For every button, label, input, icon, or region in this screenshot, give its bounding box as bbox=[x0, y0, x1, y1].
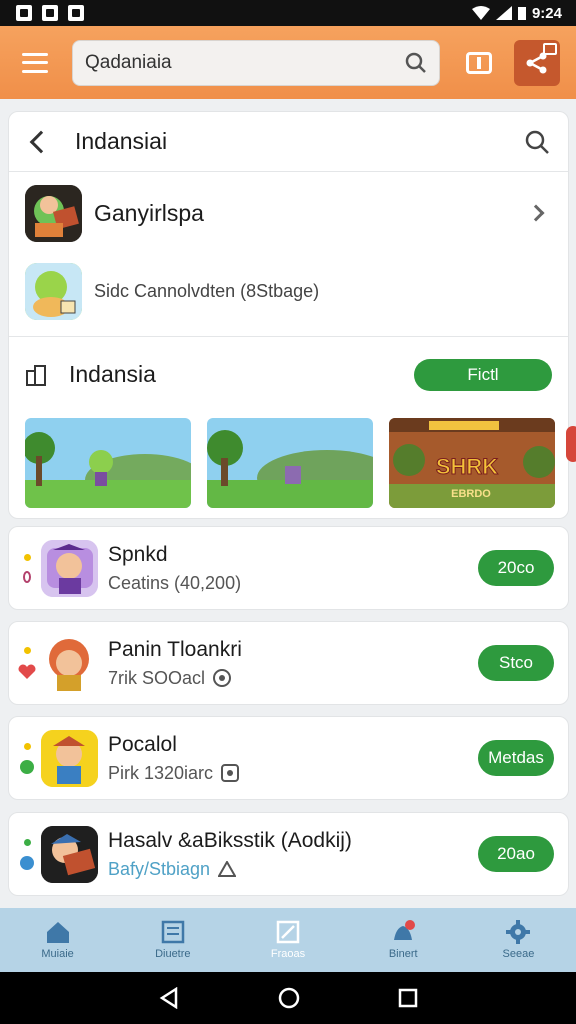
thumbnail-caption: EBRDO bbox=[451, 488, 491, 500]
featured-subtitle: Sidc Cannolvdten (8Stbage) bbox=[94, 280, 320, 301]
info-icon bbox=[213, 669, 232, 687]
search-icon[interactable] bbox=[524, 129, 550, 155]
heart-icon bbox=[18, 664, 36, 679]
section-title: Indansia bbox=[69, 361, 156, 387]
category-icon bbox=[26, 364, 46, 386]
list-item[interactable]: Pocalol Pirk 1320iarc Metdas bbox=[8, 716, 569, 800]
dot-icon bbox=[23, 570, 31, 583]
item-action-button[interactable]: 20co bbox=[478, 550, 554, 586]
category-card: Indansiai Ganyirlspa Sidc Cannolvdten (8… bbox=[8, 111, 569, 519]
nav-item-home[interactable]: Muiaie bbox=[0, 908, 115, 972]
game-icon bbox=[41, 729, 98, 787]
item-title: Spnkd bbox=[108, 542, 168, 566]
list-item[interactable]: Spnkd Ceatins (40,200) 20co bbox=[8, 526, 569, 610]
battery-icon bbox=[517, 7, 526, 20]
game-icon bbox=[41, 634, 98, 692]
status-time: 9:24 bbox=[531, 4, 562, 22]
dot-icon bbox=[23, 742, 31, 750]
thumbnail-strip: SHRK EBRDO bbox=[9, 412, 568, 508]
gift-icon[interactable] bbox=[466, 51, 492, 74]
edit-icon bbox=[276, 920, 300, 944]
section-header: Indansia Fictl bbox=[9, 336, 568, 412]
bottom-nav: Muiaie Diuetre Fraoas Binert Seeae bbox=[0, 908, 576, 972]
item-action-button[interactable]: Metdas bbox=[478, 740, 554, 776]
status-bar: 9:24 bbox=[0, 0, 576, 26]
signal-icon bbox=[495, 6, 512, 20]
dot-icon bbox=[23, 553, 31, 561]
game-icon bbox=[41, 539, 98, 597]
wifi-icon bbox=[471, 6, 490, 20]
item-title: Pocalol bbox=[108, 732, 177, 756]
home-icon bbox=[46, 922, 69, 943]
item-title: Panin Tloankri bbox=[108, 637, 242, 661]
game-icon bbox=[25, 262, 82, 320]
item-action-button[interactable]: 20ao bbox=[478, 836, 554, 872]
game-thumbnail[interactable] bbox=[25, 418, 191, 508]
nav-item-notifications[interactable]: Binert bbox=[346, 908, 461, 972]
featured-row[interactable]: Ganyirlspa bbox=[9, 172, 568, 254]
notification-icon bbox=[68, 5, 84, 21]
item-subtitle: Ceatins (40,200) bbox=[108, 572, 242, 593]
back-arrow-icon[interactable] bbox=[29, 130, 53, 153]
game-thumbnail[interactable]: SHRK EBRDO bbox=[389, 418, 555, 508]
list-item[interactable]: Panin Tloankri 7rik SOOacl Stco bbox=[8, 621, 569, 705]
dot-icon bbox=[23, 838, 31, 846]
featured-sub-row: Sidc Cannolvdten (8Stbage) bbox=[9, 254, 568, 328]
notification-icon bbox=[42, 5, 58, 21]
menu-icon[interactable] bbox=[22, 52, 48, 73]
search-input[interactable] bbox=[85, 51, 405, 74]
game-icon bbox=[25, 184, 82, 242]
item-subtitle: Pirk 1320iarc bbox=[108, 763, 478, 784]
item-action-button[interactable]: Stco bbox=[478, 645, 554, 681]
nav-item-library[interactable]: Diuetre bbox=[115, 908, 230, 972]
system-nav-bar bbox=[0, 972, 576, 1024]
recents-icon[interactable] bbox=[398, 988, 418, 1008]
dot-icon bbox=[20, 759, 34, 774]
book-icon bbox=[161, 920, 185, 944]
back-icon[interactable] bbox=[158, 987, 180, 1009]
search-box[interactable] bbox=[72, 39, 440, 86]
page-title: Indansiai bbox=[75, 128, 168, 154]
settings-icon bbox=[506, 920, 531, 944]
game-thumbnail[interactable] bbox=[207, 418, 373, 508]
share-button[interactable] bbox=[514, 39, 560, 86]
list-icon bbox=[221, 764, 240, 782]
header-row: Indansiai bbox=[9, 112, 568, 172]
featured-title: Ganyirlspa bbox=[94, 199, 204, 226]
notification-icon bbox=[16, 5, 32, 21]
dot-icon bbox=[20, 855, 34, 870]
list-item[interactable]: Hasalv &aBiksstik (Aodkij) Bafy/Stbiagn … bbox=[8, 812, 569, 896]
item-subtitle: 7rik SOOacl bbox=[108, 668, 478, 689]
chevron-right-icon[interactable] bbox=[527, 204, 545, 222]
item-title: Hasalv &aBiksstik (Aodkij) bbox=[108, 828, 352, 852]
game-icon bbox=[41, 825, 98, 883]
section-action-button[interactable]: Fictl bbox=[414, 358, 552, 391]
thumbnail-label: SHRK bbox=[436, 454, 498, 479]
notification-icon bbox=[394, 920, 416, 940]
warning-icon bbox=[218, 861, 237, 877]
badge-icon bbox=[543, 42, 557, 55]
nav-item-edit[interactable]: Fraoas bbox=[230, 908, 345, 972]
dot-icon bbox=[23, 646, 31, 654]
side-tab[interactable] bbox=[566, 426, 576, 462]
app-bar bbox=[0, 26, 576, 99]
search-icon[interactable] bbox=[405, 52, 427, 74]
nav-item-settings[interactable]: Seeae bbox=[461, 908, 576, 972]
item-subtitle: Bafy/Stbiagn bbox=[108, 859, 478, 880]
home-button-icon[interactable] bbox=[277, 986, 301, 1010]
